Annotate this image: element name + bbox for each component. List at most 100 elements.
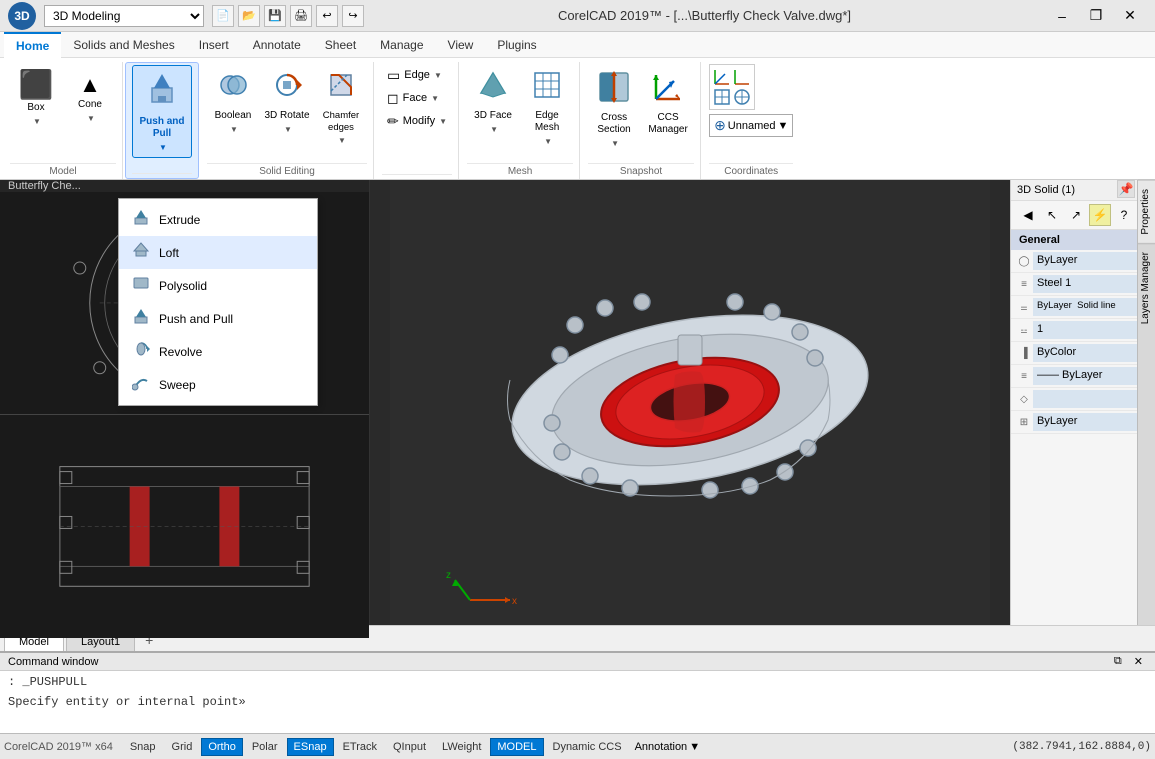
- cone-btn[interactable]: ▲ Cone ▼: [64, 64, 116, 134]
- ortho-btn[interactable]: Ortho: [201, 738, 243, 756]
- print-btn[interactable]: 🖨: [290, 5, 312, 27]
- maximize-btn[interactable]: ❐: [1079, 0, 1113, 32]
- esnap-btn[interactable]: ESnap: [287, 738, 334, 756]
- snapshot-group-label: Snapshot: [588, 163, 694, 179]
- edge-label: Edge: [404, 69, 430, 81]
- crosssection-arrow: ▼: [611, 139, 619, 149]
- ef-group-label: [382, 174, 452, 179]
- prop-lightning-btn[interactable]: ⚡: [1089, 204, 1111, 226]
- annotation-selector[interactable]: Annotation ▼: [635, 741, 701, 753]
- layer-icon: ≡: [1015, 279, 1033, 290]
- dynccs-btn[interactable]: Dynamic CCS: [546, 738, 629, 756]
- undo-btn[interactable]: ↩: [316, 5, 338, 27]
- qinput-btn[interactable]: QInput: [386, 738, 433, 756]
- open-btn[interactable]: 📂: [238, 5, 260, 27]
- prop-help-btn[interactable]: ?: [1113, 204, 1135, 226]
- prop-select2-btn[interactable]: ↗: [1065, 204, 1087, 226]
- cmd-close-btn[interactable]: ✕: [1130, 655, 1147, 668]
- menu-tab-manage[interactable]: Manage: [368, 32, 435, 58]
- coords-group-label: Coordinates: [709, 163, 793, 179]
- cmd-restore-btn[interactable]: ⧉: [1110, 655, 1126, 668]
- loft-icon: [131, 241, 151, 264]
- push-pull-btn[interactable]: Push and Pull ▼: [132, 65, 192, 158]
- minimize-btn[interactable]: –: [1045, 0, 1079, 32]
- edge-btn[interactable]: ▭ Edge ▼: [382, 64, 452, 86]
- menu-tab-plugins[interactable]: Plugins: [485, 32, 548, 58]
- menu-tab-annotate[interactable]: Annotate: [241, 32, 313, 58]
- dropdown-push-pull[interactable]: Push and Pull: [119, 302, 317, 335]
- sidebar-tab-layers[interactable]: Layers Manager: [1138, 243, 1155, 332]
- polar-btn[interactable]: Polar: [245, 738, 285, 756]
- face-btn[interactable]: ◻ Face ▼: [382, 87, 452, 109]
- lweight-icon: ▐: [1015, 348, 1033, 359]
- redo-btn[interactable]: ↪: [342, 5, 364, 27]
- sidebar-tab-properties[interactable]: Properties: [1138, 180, 1155, 243]
- viewport-2d-bottom[interactable]: [0, 415, 369, 638]
- prop-select1-btn[interactable]: ↖: [1041, 204, 1063, 226]
- edgemesh-btn[interactable]: Edge Mesh ▼: [521, 64, 573, 152]
- cmd-prompt[interactable]: Specify entity or internal point»: [0, 693, 1155, 711]
- svg-text:z: z: [446, 570, 451, 581]
- dropdown-revolve[interactable]: Revolve: [119, 335, 317, 368]
- linetype-value[interactable]: ByLayer Solid line: [1033, 298, 1138, 316]
- menu-bar: Home Solids and Meshes Insert Annotate S…: [0, 32, 1155, 58]
- prop-toolbar: ◀ ↖ ↗ ⚡ ?: [1011, 201, 1155, 230]
- dropdown-extrude[interactable]: Extrude: [119, 203, 317, 236]
- ribbon-group-pushpull: Push and Pull ▼: [125, 62, 199, 179]
- ribbon: ⬛ Box ▼ ▲ Cone ▼ Model: [0, 58, 1155, 180]
- material-value[interactable]: ByLayer: [1033, 413, 1138, 431]
- close-btn[interactable]: ✕: [1113, 0, 1147, 32]
- menu-tab-view[interactable]: View: [436, 32, 486, 58]
- ribbon-group-solid-editing: Boolean ▼ 3D Rotate ▼: [201, 62, 374, 179]
- 3dface-btn[interactable]: 3D Face ▼: [467, 64, 519, 140]
- box-arrow: ▼: [33, 117, 41, 127]
- 3drotate-btn[interactable]: 3D Rotate ▼: [261, 64, 313, 140]
- dropdown-polysolid[interactable]: Polysolid: [119, 269, 317, 302]
- model-btn[interactable]: MODEL: [490, 738, 543, 756]
- unnamed-selector[interactable]: ⊕ Unnamed ▼: [709, 114, 793, 137]
- revolve-icon: [131, 340, 151, 363]
- crosssection-btn[interactable]: Cross Section ▼: [588, 64, 640, 154]
- center-viewport[interactable]: x z: [370, 180, 1010, 625]
- chamfer-btn[interactable]: Chamfer edges ▼: [315, 64, 367, 151]
- layer-value[interactable]: Steel 1: [1033, 275, 1138, 293]
- new-file-btn[interactable]: 📄: [212, 5, 234, 27]
- workspace-selector[interactable]: 3D Modeling: [44, 5, 204, 27]
- box-icon: ⬛: [19, 71, 54, 99]
- box-btn[interactable]: ⬛ Box ▼: [10, 64, 62, 134]
- lweight-value[interactable]: ByColor: [1033, 344, 1138, 362]
- solid-selector-text: 3D Solid (1): [1017, 184, 1121, 196]
- dropdown-loft[interactable]: Loft: [119, 236, 317, 269]
- modify-btn[interactable]: ✏ Modify ▼: [382, 110, 452, 132]
- left-panel-header: Butterfly Che...: [0, 180, 369, 192]
- ccs-grid-icon3: [713, 88, 731, 106]
- menu-tab-insert[interactable]: Insert: [187, 32, 241, 58]
- prop-back-btn[interactable]: ◀: [1017, 204, 1039, 226]
- ccsmanager-btn[interactable]: CCS Manager: [642, 64, 694, 141]
- boolean-btn[interactable]: Boolean ▼: [207, 64, 259, 140]
- pin-btn[interactable]: 📌: [1117, 180, 1135, 198]
- color-value[interactable]: ByLayer: [1033, 252, 1138, 270]
- edge-icon: ▭: [387, 67, 400, 84]
- face-label: Face: [403, 92, 427, 104]
- menu-tab-sheet[interactable]: Sheet: [313, 32, 368, 58]
- dropdown-sweep[interactable]: Sweep: [119, 368, 317, 401]
- snap-btn[interactable]: Snap: [123, 738, 163, 756]
- hyperlink-value[interactable]: [1033, 390, 1147, 408]
- etrack-btn[interactable]: ETrack: [336, 738, 384, 756]
- prop-row-layer: ≡ Steel 1 ▼: [1011, 273, 1155, 296]
- prop-row-plotstyle: ≡ —— ByLayer ▼: [1011, 365, 1155, 388]
- chamfer-arrow: ▼: [338, 136, 346, 146]
- menu-tab-home[interactable]: Home: [4, 32, 61, 58]
- prop-row-linetype: ⚌ ByLayer Solid line ▼: [1011, 296, 1155, 319]
- save-btn[interactable]: 💾: [264, 5, 286, 27]
- lweight-btn[interactable]: LWeight: [435, 738, 488, 756]
- scale-value[interactable]: 1: [1033, 321, 1147, 339]
- edge-face-group: ▭ Edge ▼ ◻ Face ▼ ✏ Modify ▼: [382, 64, 452, 132]
- title-bar: 3D 3D Modeling 📄 📂 💾 🖨 ↩ ↪ CorelCAD 2019…: [0, 0, 1155, 32]
- menu-tab-solids[interactable]: Solids and Meshes: [61, 32, 186, 58]
- grid-btn[interactable]: Grid: [165, 738, 200, 756]
- loft-label: Loft: [159, 246, 179, 260]
- coords-display: (382.7941,162.8884,0): [1012, 741, 1151, 753]
- plotstyle-value[interactable]: —— ByLayer: [1033, 367, 1138, 385]
